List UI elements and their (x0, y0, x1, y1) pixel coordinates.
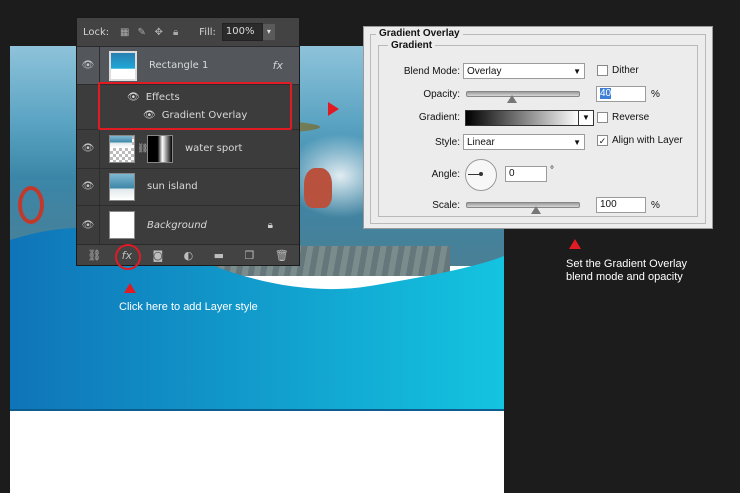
scale-unit: % (651, 200, 660, 211)
angle-center-dot (479, 172, 483, 176)
gradient-dropdown-icon[interactable]: ▼ (578, 110, 594, 126)
opacity-value: 40 (600, 88, 612, 99)
layers-bottom-bar: ⛓ fx ◙ ◐ ▬ ❐ 🗑︎ (77, 244, 299, 265)
style-label: Style: (434, 137, 460, 148)
eye-icon[interactable]: 👁︎ (77, 129, 100, 168)
gradient-label: Gradient: (418, 112, 460, 123)
chevron-down-icon: ▼ (573, 138, 581, 147)
fx-highlight-circle (115, 244, 141, 270)
align-with-layer-label: Align with Layer (612, 135, 683, 146)
gradient-caption-line2: blend mode and opacity (566, 271, 683, 283)
add-mask-icon[interactable]: ◙ (152, 249, 163, 262)
blend-mode-select[interactable]: Overlay ▼ (463, 63, 585, 79)
fx-icon: fx (272, 59, 283, 72)
layers-panel: Lock: ▦ ✎ ✥ 🔒︎ Fill: 100% ▾ 👁︎ Rectangle… (76, 17, 300, 266)
reverse-checkbox[interactable] (597, 112, 608, 123)
link-icon: ⛓ (137, 143, 149, 154)
pointer-arrow-right (328, 102, 339, 116)
opacity-unit: % (651, 89, 660, 100)
pointer-arrow-up (124, 283, 136, 293)
link-layers-icon[interactable]: ⛓ (87, 249, 101, 262)
opacity-input[interactable]: 40 (596, 86, 646, 102)
layer-name: water sport (185, 143, 243, 154)
opacity-label: Opacity: (423, 89, 460, 100)
eye-icon[interactable]: 👁︎ (77, 47, 100, 84)
pointer-arrow-up (569, 239, 581, 249)
layer-row-rectangle[interactable]: 👁︎ Rectangle 1 fx (77, 47, 299, 85)
layer-thumbnail (109, 134, 135, 163)
layer-name: Background (147, 219, 207, 231)
layer-thumbnail (109, 50, 137, 81)
new-group-icon[interactable]: ▬ (214, 249, 224, 262)
eye-icon[interactable]: 👁︎ (77, 206, 100, 244)
angle-unit: ° (550, 165, 554, 176)
layer-row-background[interactable]: 👁︎ Background 🔒︎ (77, 206, 299, 245)
blend-mode-label: Blend Mode: (403, 66, 460, 77)
layer-mask-thumbnail (147, 134, 173, 163)
dialog-title: Gradient Overlay (376, 28, 463, 39)
align-with-layer-checkbox[interactable]: ✓ (597, 135, 608, 146)
style-select[interactable]: Linear ▼ (463, 134, 585, 150)
chevron-down-icon: ▼ (573, 67, 581, 76)
blend-mode-value: Overlay (467, 66, 502, 77)
effects-highlight-box (98, 82, 292, 130)
scale-label: Scale: (432, 200, 460, 211)
layer-row-sun-island[interactable]: 👁︎ sun island (77, 168, 299, 206)
new-layer-icon[interactable]: ❐ (244, 249, 254, 262)
lock-move-icon[interactable]: ✥ (153, 27, 164, 38)
layer-row-water-sport[interactable]: 👁︎ ⛓ water sport (77, 129, 299, 169)
eye-icon[interactable]: 👁︎ (77, 168, 100, 205)
scale-slider[interactable] (466, 202, 580, 208)
fill-label: Fill: (199, 26, 216, 38)
gradient-section-title: Gradient (388, 40, 436, 51)
delete-layer-icon[interactable]: 🗑︎ (275, 249, 289, 262)
lock-icon: 🔒︎ (267, 219, 273, 231)
lock-all-icon[interactable]: 🔒︎ (170, 27, 181, 38)
layer-thumbnail (109, 172, 135, 201)
reverse-label: Reverse (612, 112, 650, 123)
lock-bar: Lock: ▦ ✎ ✥ 🔒︎ Fill: 100% ▾ (77, 18, 299, 47)
layer-style-caption: Click here to add Layer style (119, 301, 258, 313)
angle-label: Angle: (431, 169, 460, 180)
layer-name: Rectangle 1 (149, 60, 209, 71)
angle-dial[interactable] (465, 159, 497, 191)
angle-input[interactable]: 0 (505, 166, 547, 182)
fill-dropdown-icon[interactable]: ▾ (262, 24, 275, 40)
gradient-caption-line1: Set the Gradient Overlay (566, 258, 688, 270)
gradient-picker[interactable] (465, 110, 580, 126)
scale-input[interactable]: 100 (596, 197, 646, 213)
dither-checkbox[interactable] (597, 65, 608, 76)
fill-input[interactable]: 100% (221, 23, 263, 41)
layer-thumbnail (109, 211, 135, 239)
lock-label: Lock: (83, 26, 110, 38)
gradient-overlay-dialog: Gradient Overlay Gradient Blend Mode: Ov… (363, 26, 713, 229)
dither-label: Dither (612, 65, 639, 76)
adjustment-layer-icon[interactable]: ◐ (184, 249, 194, 262)
lock-transparent-icon[interactable]: ▦ (119, 27, 130, 38)
opacity-slider-knob[interactable] (507, 95, 517, 103)
style-value: Linear (467, 137, 495, 148)
scale-slider-knob[interactable] (531, 206, 541, 214)
opacity-slider[interactable] (466, 91, 580, 97)
lock-brush-icon[interactable]: ✎ (136, 27, 147, 38)
layer-name: sun island (147, 181, 198, 192)
